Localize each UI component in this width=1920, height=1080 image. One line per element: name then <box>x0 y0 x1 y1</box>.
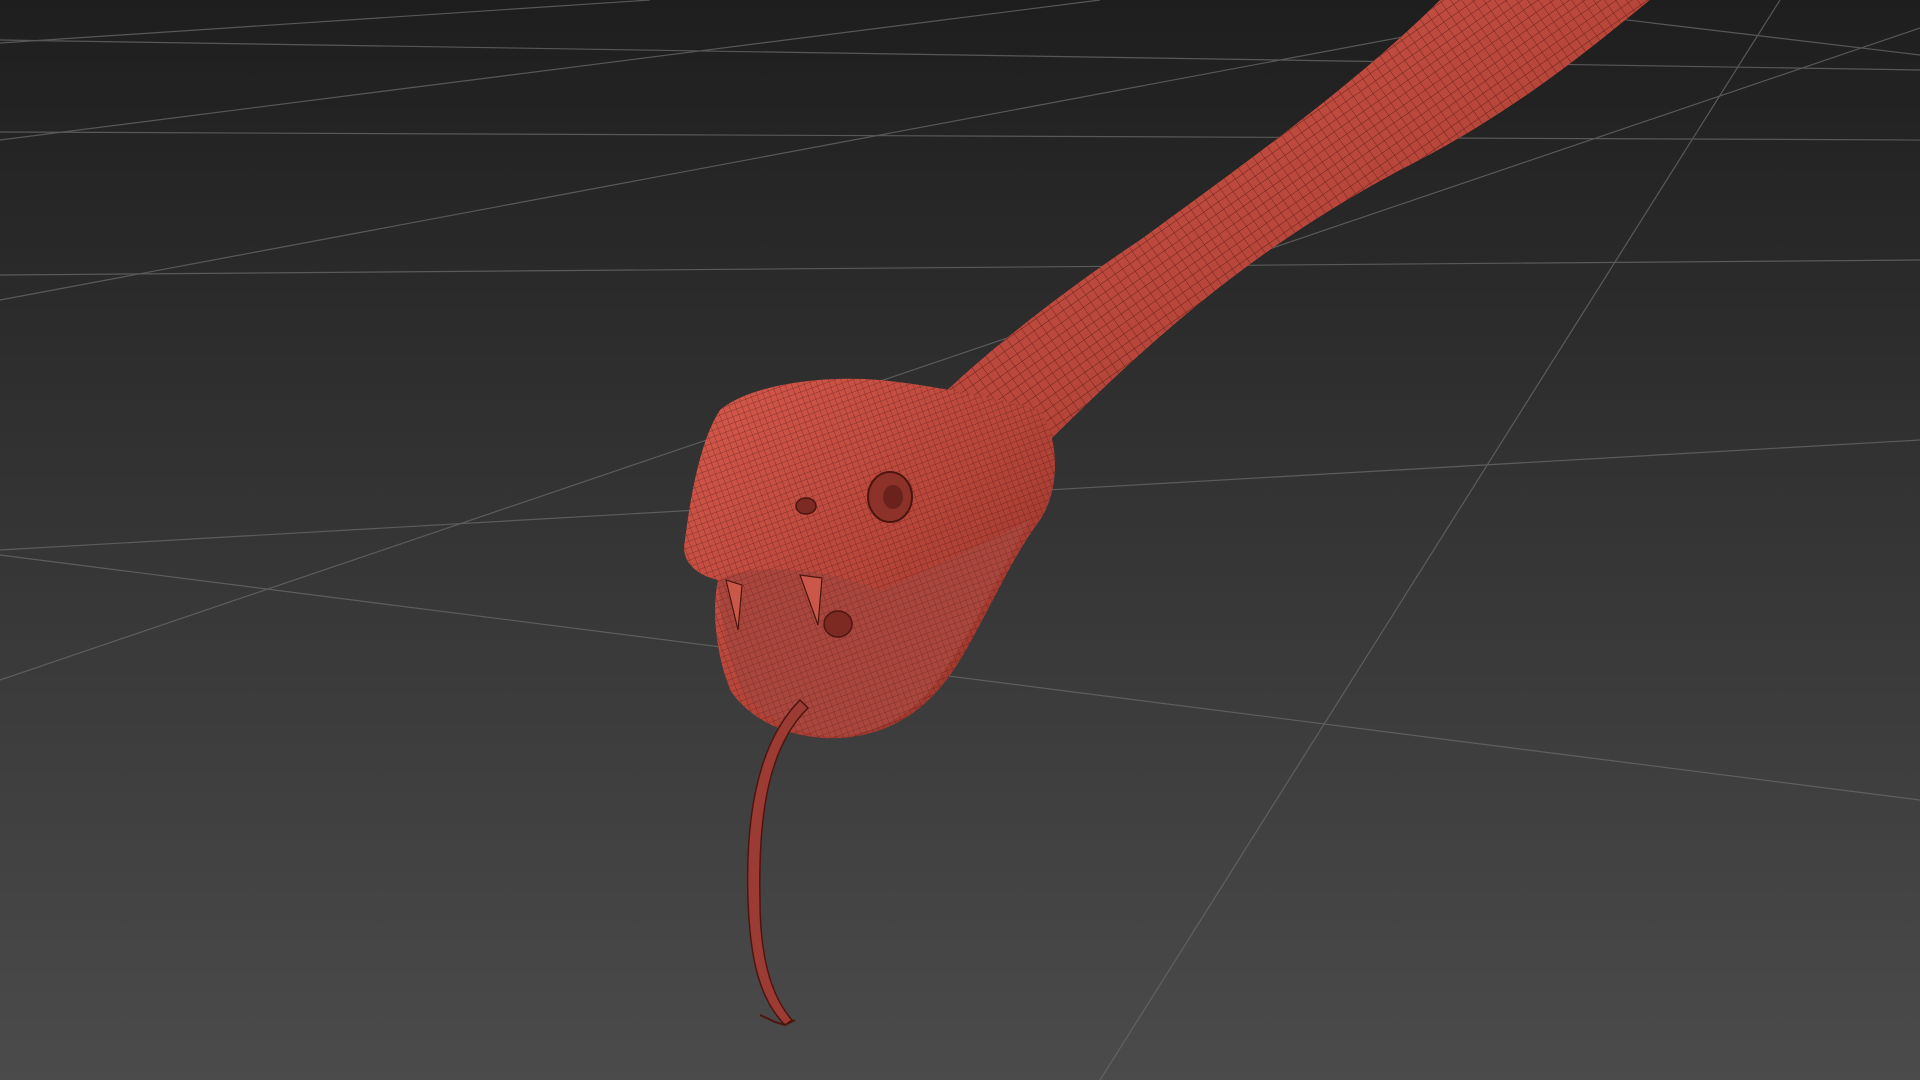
snake-nostril <box>795 497 817 515</box>
3d-viewport[interactable] <box>0 0 1920 1080</box>
viewport-canvas[interactable] <box>0 0 1920 1080</box>
snake-pit <box>823 610 853 638</box>
